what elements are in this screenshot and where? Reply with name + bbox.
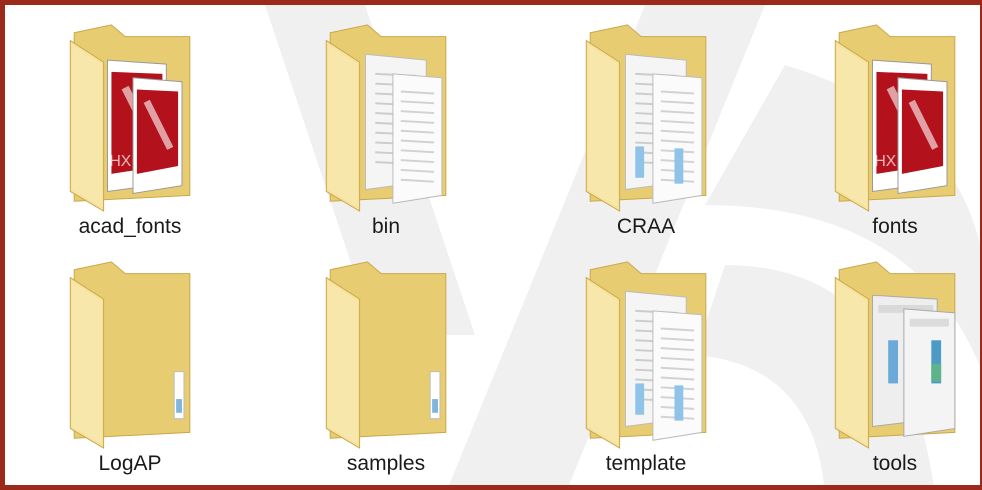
- folder-graphic: [325, 261, 447, 449]
- folder-graphic: [585, 24, 707, 212]
- folder-graphic: [69, 261, 191, 449]
- folder-graphic: [834, 261, 956, 449]
- folder-label: CRAA: [616, 215, 676, 238]
- folder-item-acad-fonts[interactable]: HX acad_fonts: [30, 19, 230, 259]
- folder-label: LogAP: [98, 452, 162, 475]
- folder-graphic: [325, 24, 447, 212]
- folder-label: template: [605, 452, 687, 475]
- folder-item-logap[interactable]: LogAP: [30, 256, 230, 485]
- folder-item-craa[interactable]: CRAA: [546, 19, 746, 259]
- folder-item-samples[interactable]: samples: [286, 256, 486, 485]
- folder-label: bin: [371, 215, 401, 238]
- folder-label: samples: [346, 452, 426, 475]
- folder-graphic: HX: [834, 24, 956, 212]
- svg-text:HX: HX: [874, 153, 896, 170]
- folder-item-fonts[interactable]: HX fonts: [795, 19, 980, 259]
- folder-label: acad_fonts: [78, 215, 182, 238]
- folder-label: tools: [872, 452, 918, 475]
- folder-label: fonts: [872, 215, 918, 238]
- svg-text:HX: HX: [109, 153, 131, 170]
- folder-graphic: [585, 261, 707, 449]
- folder-item-tools[interactable]: tools: [795, 256, 980, 485]
- folder-grid-window: HX acad_fonts bin CRAA HX fonts LogAP samples te…: [0, 0, 982, 490]
- folder-graphic: HX: [69, 24, 191, 212]
- folder-item-template[interactable]: template: [546, 256, 746, 485]
- folder-item-bin[interactable]: bin: [286, 19, 486, 259]
